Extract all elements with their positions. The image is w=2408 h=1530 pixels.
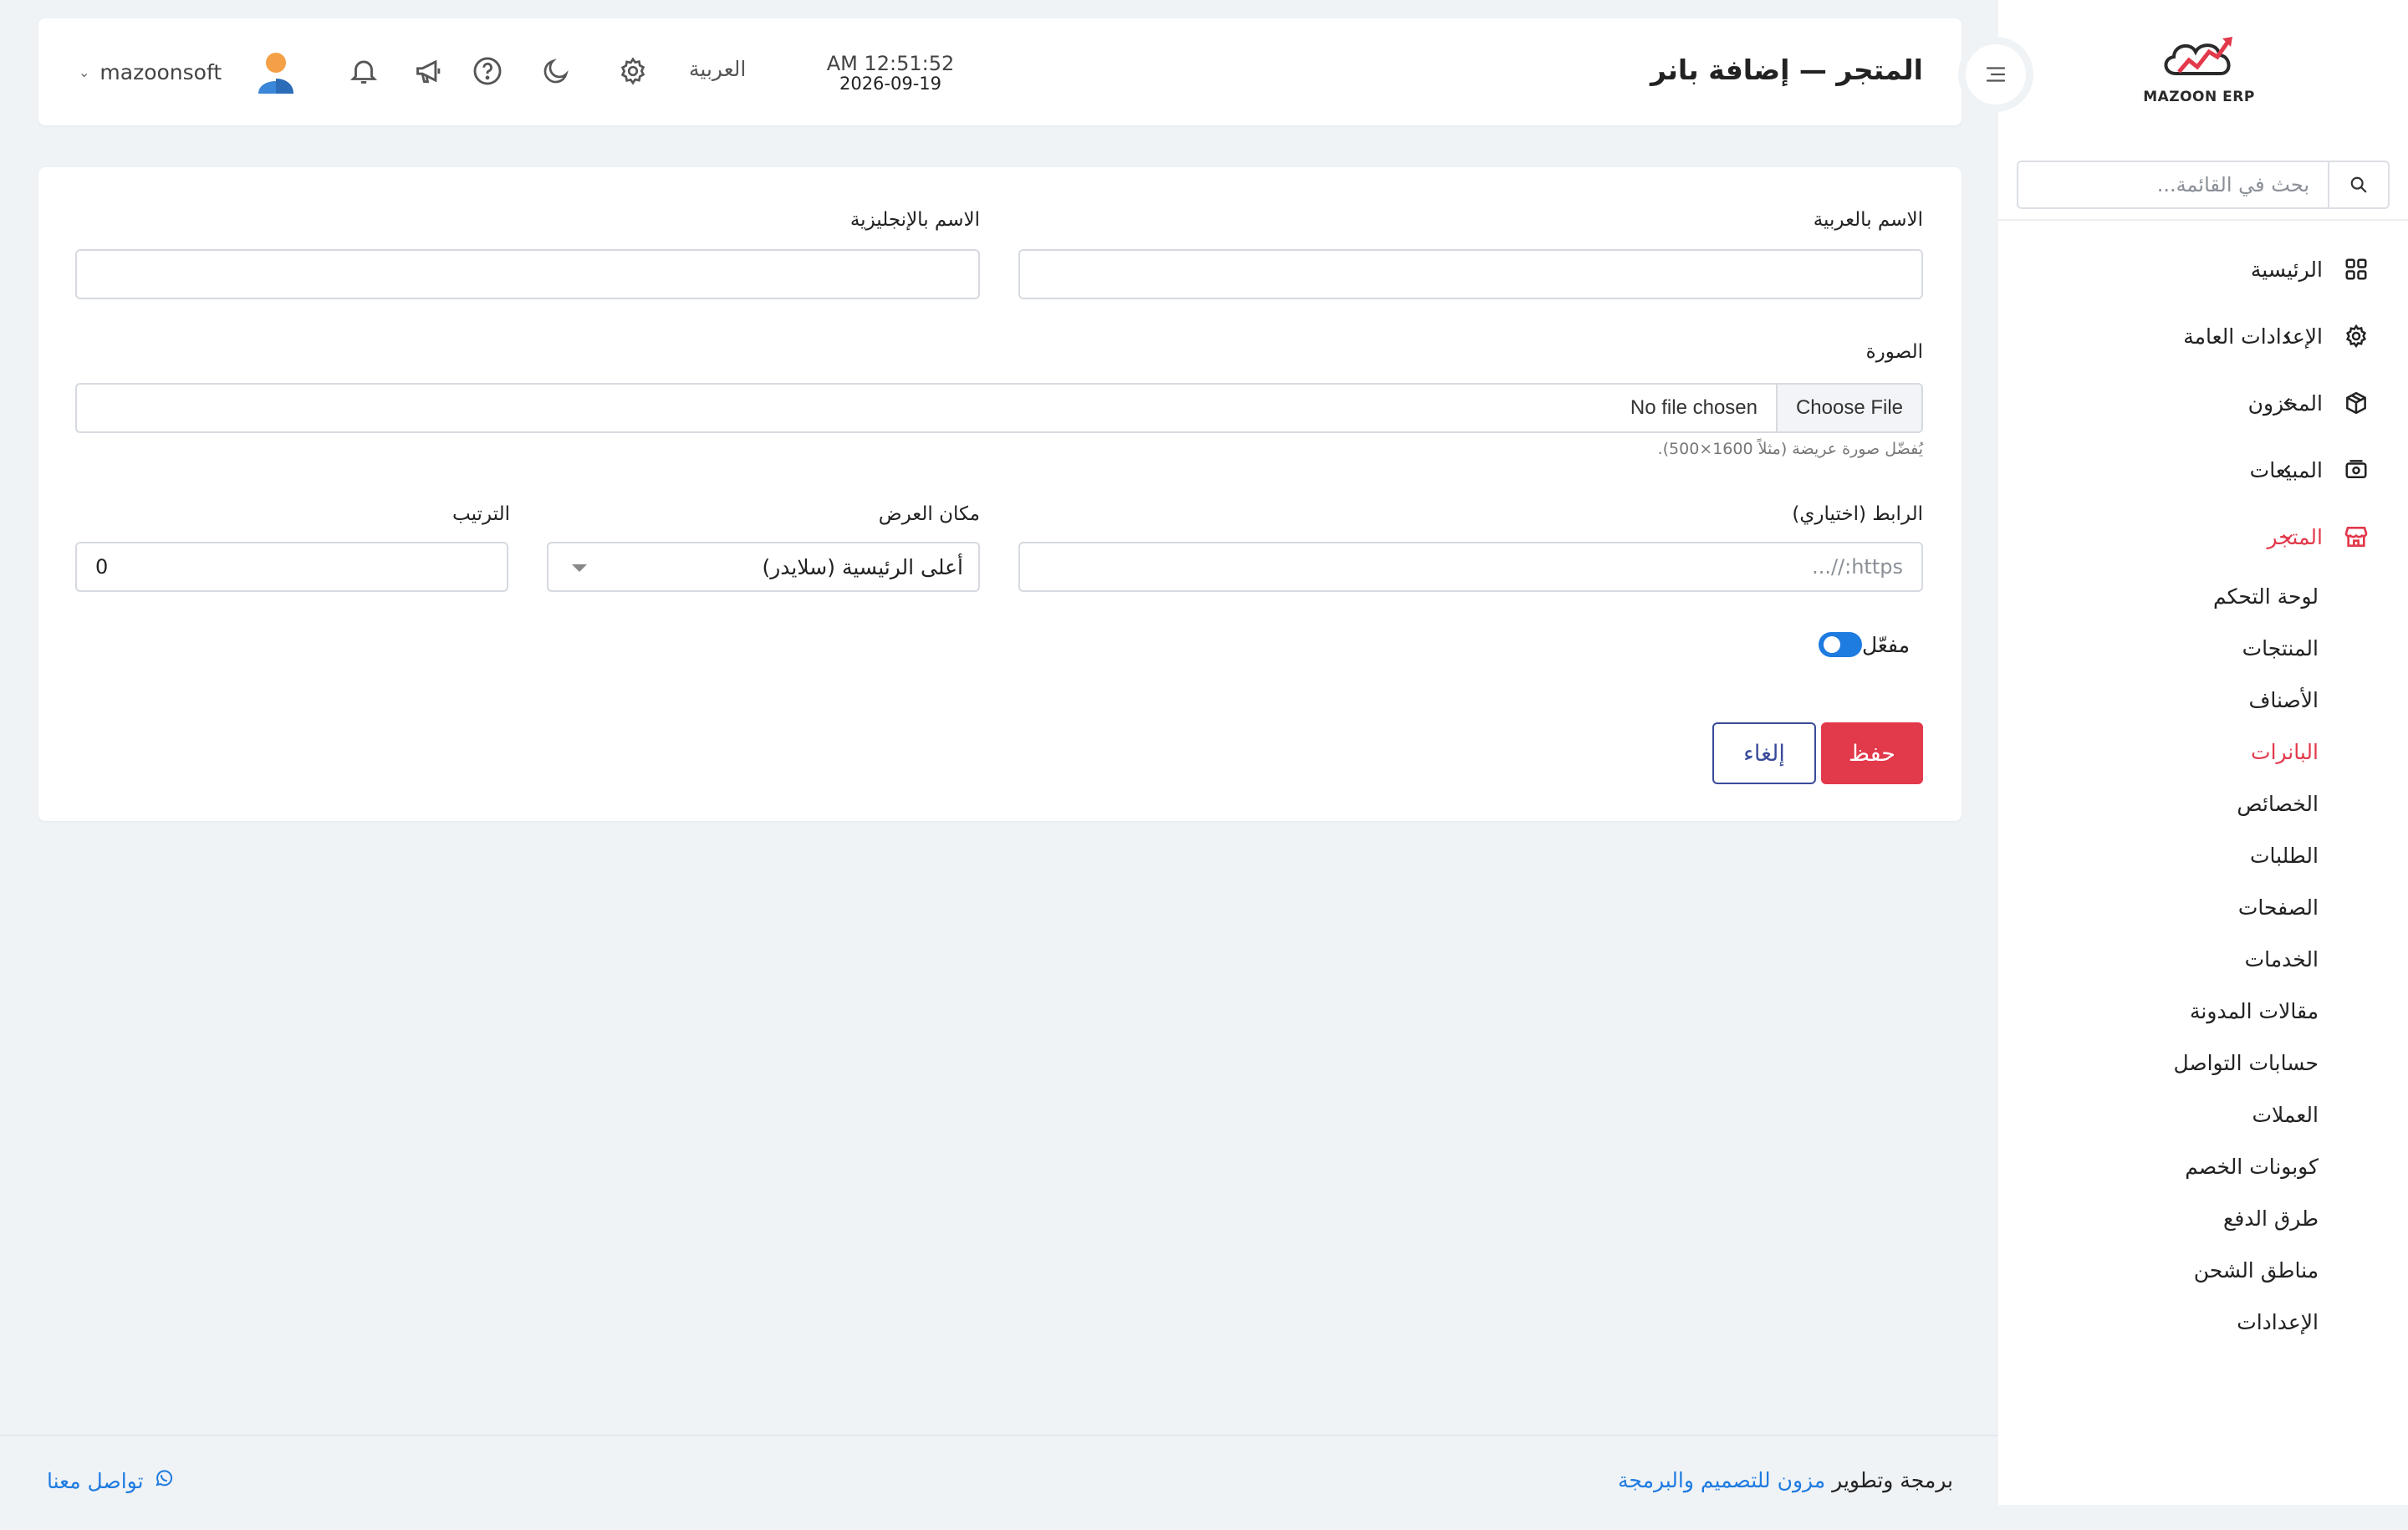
chevron-down-icon (2273, 522, 2303, 552)
chevron-left-icon (2273, 455, 2303, 485)
submenu-item-blog-posts[interactable]: مقالات المدونة (1998, 985, 2408, 1037)
submenu-item-settings[interactable]: الإعدادات (1998, 1296, 2408, 1348)
contact-link[interactable]: تواصل معنا (47, 1468, 174, 1493)
page-title: المتجر — إضافة بانر (1650, 54, 1923, 86)
language-switcher[interactable]: العربية (689, 57, 746, 81)
image-file-input[interactable]: Choose File No file chosen (75, 383, 1923, 433)
chevron-down-icon: ⌄ (79, 64, 90, 80)
submenu-item-coupons[interactable]: كوبونات الخصم (1998, 1140, 2408, 1192)
moon-icon[interactable] (537, 52, 575, 90)
store-icon (2341, 522, 2371, 552)
cancel-button[interactable]: إلغاء (1712, 722, 1816, 784)
link-input[interactable] (1018, 542, 1923, 592)
submenu-item-categories[interactable]: الأصناف (1998, 674, 2408, 726)
name-en-input[interactable] (75, 249, 980, 299)
menu-icon (1966, 44, 2026, 105)
logo-text: MAZOON ERP (2143, 89, 2255, 105)
submenu-item-services[interactable]: الخدمات (1998, 933, 2408, 985)
clock-time: AM 12:51:52 (826, 52, 955, 75)
sidebar-item-home[interactable]: الرئيسية (1998, 236, 2408, 303)
gear-icon (2341, 321, 2371, 351)
order-label: الترتيب (452, 503, 510, 525)
whatsapp-icon (154, 1468, 174, 1493)
submenu-item-currencies[interactable]: العملات (1998, 1089, 2408, 1140)
chevron-left-icon (2273, 321, 2303, 351)
link-label: الرابط (اختياري) (1792, 503, 1923, 525)
footer-divider (0, 1435, 1998, 1436)
megaphone-icon[interactable] (410, 52, 448, 90)
submenu-item-pages[interactable]: الصفحات (1998, 881, 2408, 933)
order-input[interactable] (75, 542, 508, 592)
logo[interactable]: MAZOON ERP (2140, 30, 2258, 114)
active-toggle-switch[interactable] (1818, 632, 1862, 657)
top-bar: المتجر — إضافة بانر AM 12:51:52 2026-09-… (38, 18, 1962, 125)
name-ar-input[interactable] (1018, 249, 1923, 299)
grid-icon (2341, 254, 2371, 284)
bell-icon[interactable] (344, 52, 383, 90)
sidebar-item-general-settings[interactable]: الإعدادات العامة (1998, 303, 2408, 370)
submenu-item-products[interactable]: المنتجات (1998, 622, 2408, 674)
username: mazoonsoft (99, 59, 222, 84)
submenu-item-payment-methods[interactable]: طرق الدفع (1998, 1192, 2408, 1244)
gear-icon[interactable] (614, 52, 652, 90)
image-label: الصورة (1865, 341, 1923, 363)
sidebar-item-label: الرئيسية (2250, 257, 2323, 282)
sidebar-item-store[interactable]: المتجر (1998, 503, 2408, 570)
logo-mark-icon (2164, 37, 2232, 75)
image-hint: يُفضّل صورة عريضة (مثلاً 1600×500). (1657, 440, 1923, 458)
toggle-knob (1823, 636, 1840, 653)
help-icon[interactable] (468, 52, 507, 90)
submenu-item-banners[interactable]: البانرات (1998, 726, 2408, 778)
chevron-left-icon (2273, 388, 2303, 418)
placement-selected-value: أعلى الرئيسية (سلايدر) (762, 554, 963, 579)
box-icon (2341, 388, 2371, 418)
store-submenu: لوحة التحكم المنتجات الأصناف البانرات ال… (1998, 570, 2408, 1348)
save-button[interactable]: حفظ (1821, 722, 1923, 784)
placement-select[interactable]: أعلى الرئيسية (سلايدر) (547, 542, 980, 592)
submenu-item-dashboard[interactable]: لوحة التحكم (1998, 570, 2408, 622)
sidebar: MAZOON ERP الرئيسية الإعدادات العامة (1998, 0, 2408, 1505)
file-status-text: No file chosen (1630, 396, 1758, 419)
submenu-item-shipping-zones[interactable]: مناطق الشحن (1998, 1244, 2408, 1296)
sidebar-item-sales[interactable]: المبيعات (1998, 436, 2408, 503)
footer-credit: برمجة وتطوير مزون للتصميم والبرمجة (1618, 1468, 1953, 1492)
choose-file-button[interactable]: Choose File (1776, 385, 1921, 431)
name-en-label: الاسم بالإنجليزية (849, 209, 980, 231)
footer-credit-prefix: برمجة وتطوير (1832, 1468, 1953, 1492)
clock: AM 12:51:52 2026-09-19 (794, 52, 987, 94)
sidebar-search-input[interactable] (2018, 173, 2328, 196)
footer-brand-link[interactable]: مزون للتصميم والبرمجة (1618, 1468, 1825, 1492)
clock-date: 2026-09-19 (839, 74, 942, 94)
sidebar-divider (1998, 219, 2408, 221)
submenu-item-attributes[interactable]: الخصائص (1998, 778, 2408, 829)
active-toggle-row: مفعّل (1818, 632, 1923, 657)
placement-label: مكان العرض (878, 503, 980, 525)
sidebar-nav: الرئيسية الإعدادات العامة المخزون المبيع… (1998, 236, 2408, 1348)
dropdown-arrow-icon (572, 564, 587, 572)
banner-form-card: الاسم بالعربية الاسم بالإنجليزية الصورة … (38, 167, 1962, 821)
avatar (255, 50, 297, 94)
sidebar-toggle-button[interactable] (1958, 37, 2033, 112)
active-toggle-label: مفعّل (1861, 632, 1910, 657)
user-menu[interactable]: ⌄ mazoonsoft (79, 50, 297, 94)
sidebar-item-inventory[interactable]: المخزون (1998, 370, 2408, 436)
submenu-item-orders[interactable]: الطلبات (1998, 829, 2408, 881)
sidebar-search (2017, 161, 2390, 209)
cash-icon (2341, 455, 2371, 485)
contact-label: تواصل معنا (47, 1468, 144, 1493)
submenu-item-social-accounts[interactable]: حسابات التواصل (1998, 1037, 2408, 1089)
search-icon[interactable] (2328, 162, 2388, 207)
name-ar-label: الاسم بالعربية (1813, 209, 1923, 231)
